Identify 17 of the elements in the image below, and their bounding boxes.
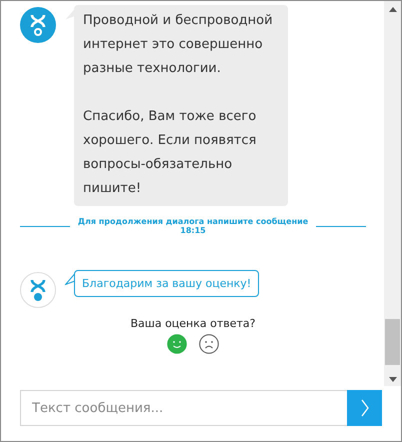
- message-field[interactable]: Текст сообщения...: [20, 390, 347, 426]
- scroll-up-icon[interactable]: [388, 7, 396, 12]
- message-text: Спасибо, Вам тоже всего хорошего. Если появятся вопросы-обязательно пишите!: [83, 108, 258, 198]
- notice-text: Для продолжения диалога напишите сообщение: [78, 217, 308, 226]
- sad-face-icon[interactable]: [199, 334, 219, 354]
- smiley-face-icon[interactable]: [167, 334, 187, 354]
- message-text: Проводной и беспроводной интернет это совершенно разные технологии.: [83, 12, 274, 78]
- message-text: Благодарим за вашу оценку!: [82, 277, 252, 290]
- timestamp: 18:15: [180, 226, 206, 235]
- scrollbar[interactable]: [384, 1, 401, 386]
- rating-question: Ваша оценка ответа?: [130, 317, 256, 330]
- scroll-thumb[interactable]: [385, 319, 400, 365]
- avatar-icon: [20, 7, 56, 43]
- send-button[interactable]: [347, 390, 382, 426]
- chevron-icon: [360, 398, 370, 418]
- avatar-icon: [20, 272, 56, 308]
- scroll-down-icon[interactable]: [388, 377, 396, 382]
